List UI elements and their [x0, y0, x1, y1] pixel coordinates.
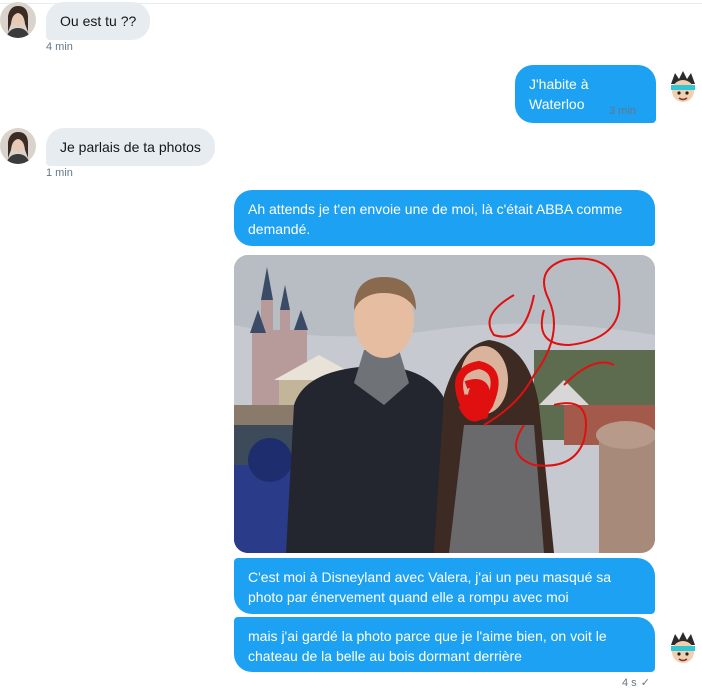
user-avatar[interactable]: [665, 70, 701, 106]
checkmark-icon: ✓: [640, 677, 650, 689]
user-avatar[interactable]: [665, 631, 701, 667]
message-timestamp: 4 s: [622, 677, 637, 689]
shared-photo[interactable]: [234, 255, 655, 553]
sender-avatar[interactable]: [0, 2, 36, 38]
checkmark-icon: ✓: [639, 105, 650, 117]
message-bubble-outgoing[interactable]: C'est moi à Disneyland avec Valera, j'ai…: [234, 558, 655, 614]
message-bubble-incoming[interactable]: Je parlais de ta photos: [46, 128, 215, 166]
message-bubble-outgoing[interactable]: mais j'ai gardé la photo parce que je l'…: [234, 617, 655, 672]
message-timestamp: 3 min: [609, 105, 636, 117]
message-timestamp: 1 min: [46, 167, 73, 179]
message-bubble-incoming[interactable]: Ou est tu ??: [46, 2, 151, 40]
message-timestamp: 4 min: [46, 41, 73, 53]
message-status: 4 s ✓: [622, 676, 650, 690]
sender-avatar[interactable]: [0, 128, 36, 164]
message-status: 3 min ✓: [609, 104, 649, 118]
message-bubble-outgoing[interactable]: Ah attends je t'en envoie une de moi, là…: [234, 190, 655, 246]
